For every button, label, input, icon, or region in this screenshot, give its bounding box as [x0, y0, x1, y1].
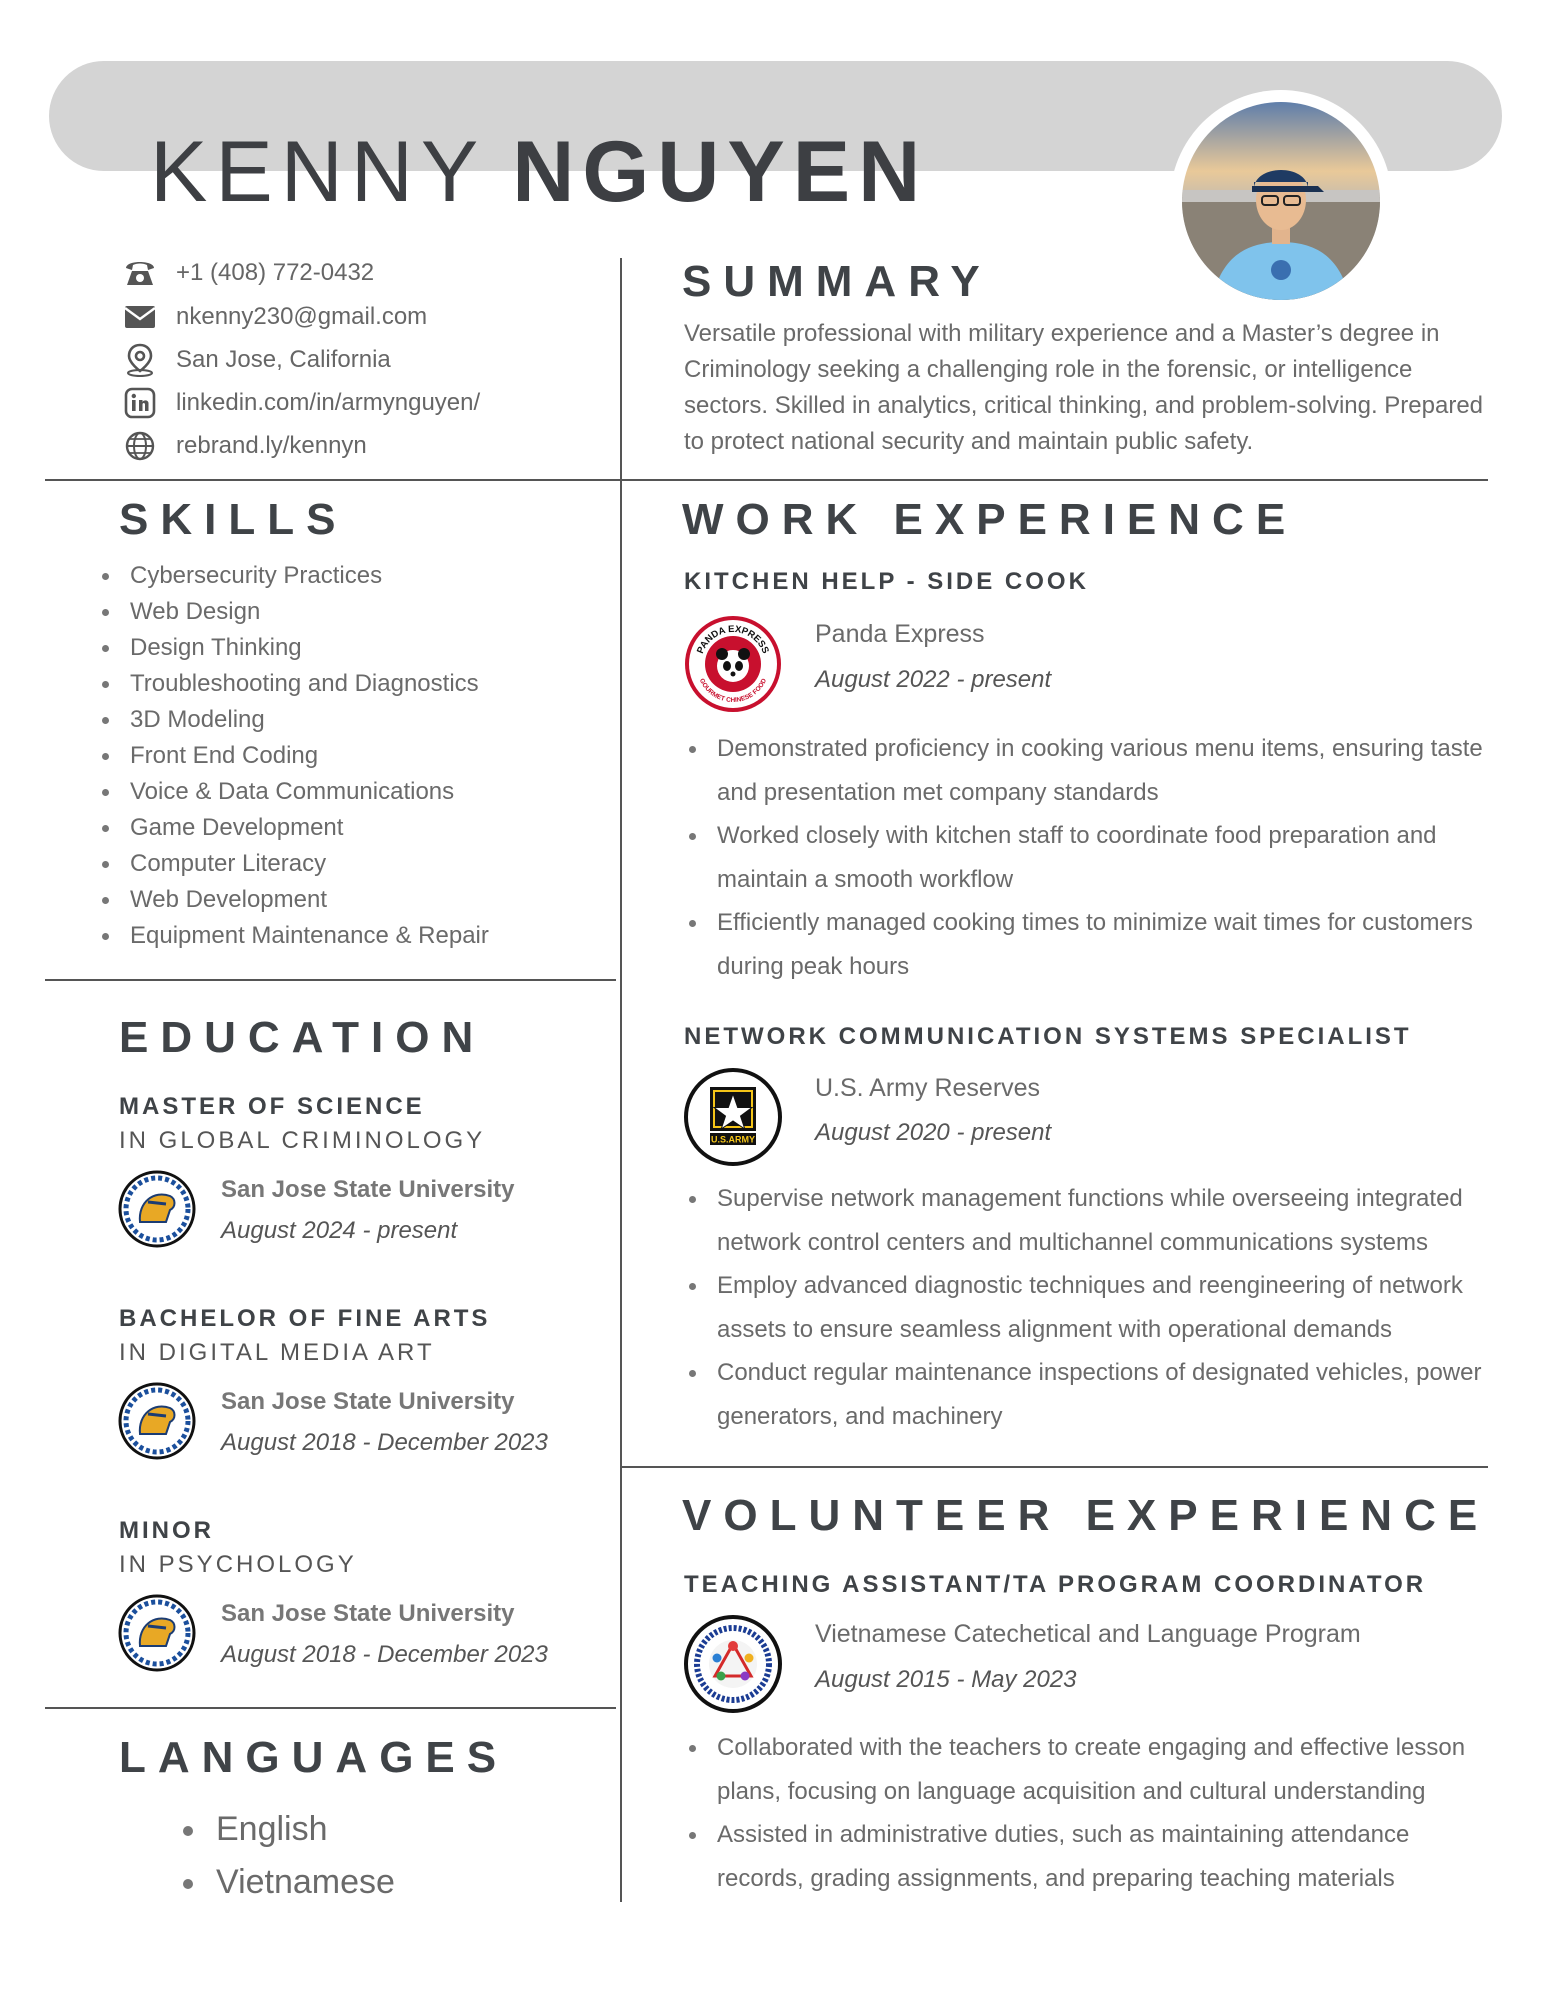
name-heading: KENNY NGUYEN: [150, 122, 928, 222]
list-item: Design Thinking: [100, 630, 489, 666]
degree-title: MASTER OF SCIENCE: [119, 1093, 425, 1120]
degree-field: IN GLOBAL CRIMINOLOGY: [119, 1127, 486, 1154]
contact-linkedin[interactable]: linkedin.com/in/armynguyen/: [122, 385, 480, 421]
contact-location: San Jose, California: [122, 342, 391, 378]
list-item: Collaborated with the teachers to create…: [684, 1726, 1496, 1813]
contact-website[interactable]: rebrand.ly/kennyn: [122, 428, 367, 464]
divider-header: [45, 479, 1488, 481]
languages-heading: LANGUAGES: [119, 1733, 509, 1782]
contact-email[interactable]: nkenny230@gmail.com: [122, 299, 427, 335]
us-army-logo-icon: U.S.ARMY: [683, 1067, 783, 1167]
map-pin-icon: [122, 342, 158, 378]
list-item: Cybersecurity Practices: [100, 558, 489, 594]
degree-title: BACHELOR OF FINE ARTS: [119, 1305, 491, 1332]
list-item: Web Design: [100, 594, 489, 630]
volunteer-bullets: Collaborated with the teachers to create…: [684, 1726, 1496, 1900]
organization-name: Panda Express: [815, 620, 985, 648]
volunteer-heading: VOLUNTEER EXPERIENCE: [682, 1491, 1490, 1540]
job-title: TEACHING ASSISTANT/TA PROGRAM COORDINATO…: [684, 1571, 1427, 1598]
first-name: KENNY: [150, 124, 487, 220]
degree-field: IN PSYCHOLOGY: [119, 1551, 357, 1578]
skills-list: Cybersecurity Practices Web Design Desig…: [100, 558, 489, 954]
list-item: Front End Coding: [100, 738, 489, 774]
degree-field: IN DIGITAL MEDIA ART: [119, 1339, 435, 1366]
organization-name: U.S. Army Reserves: [815, 1074, 1041, 1102]
sjsu-logo-icon: [118, 1170, 196, 1248]
job-title: KITCHEN HELP - SIDE COOK: [684, 568, 1089, 595]
school-name: San Jose State University: [221, 1600, 515, 1627]
sjsu-logo-icon: [118, 1382, 196, 1460]
job-title: NETWORK COMMUNICATION SYSTEMS SPECIALIST: [684, 1023, 1412, 1050]
education-dates: August 2018 - December 2023: [221, 1429, 548, 1456]
summary-text: Versatile professional with military exp…: [684, 320, 1484, 455]
job-bullets: Supervise network management functions w…: [684, 1177, 1494, 1438]
list-item: Voice & Data Communications: [100, 774, 489, 810]
organization-name: Vietnamese Catechetical and Language Pro…: [815, 1620, 1361, 1648]
list-item: Vietnamese: [180, 1856, 395, 1909]
list-item: 3D Modeling: [100, 702, 489, 738]
degree-title: MINOR: [119, 1517, 214, 1544]
army-logo-label: U.S.ARMY: [711, 1135, 755, 1145]
envelope-icon: [122, 299, 158, 335]
divider-education: [45, 1707, 616, 1709]
divider-skills: [45, 979, 616, 981]
vietnamese-program-logo-icon: [683, 1614, 783, 1714]
school-name: San Jose State University: [221, 1176, 515, 1203]
phone-text: +1 (408) 772-0432: [176, 259, 375, 286]
location-text: San Jose, California: [176, 346, 391, 373]
phone-icon: [122, 255, 158, 291]
last-name: NGUYEN: [512, 124, 929, 220]
job-bullets: Demonstrated proficiency in cooking vari…: [684, 727, 1494, 988]
profile-photo: [1182, 102, 1380, 300]
contact-phone[interactable]: +1 (408) 772-0432: [122, 255, 374, 291]
list-item: Conduct regular maintenance inspections …: [684, 1351, 1494, 1438]
linkedin-icon: [122, 385, 158, 421]
list-item: Employ advanced diagnostic techniques an…: [684, 1264, 1494, 1351]
list-item: Efficiently managed cooking times to min…: [684, 901, 1494, 988]
work-heading: WORK EXPERIENCE: [682, 495, 1298, 544]
linkedin-text: linkedin.com/in/armynguyen/: [176, 389, 481, 416]
list-item: Assisted in administrative duties, such …: [684, 1813, 1496, 1900]
globe-icon: [122, 428, 158, 464]
list-item: Web Development: [100, 882, 489, 918]
volunteer-dates: August 2015 - May 2023: [815, 1666, 1077, 1693]
job-dates: August 2020 - present: [815, 1119, 1052, 1146]
list-item: English: [180, 1803, 395, 1856]
website-text: rebrand.ly/kennyn: [176, 432, 367, 459]
email-text: nkenny230@gmail.com: [176, 303, 428, 330]
list-item: Demonstrated proficiency in cooking vari…: [684, 727, 1494, 814]
education-heading: EDUCATION: [119, 1013, 486, 1062]
list-item: Supervise network management functions w…: [684, 1177, 1494, 1264]
job-dates: August 2022 - present: [815, 666, 1052, 693]
divider-work: [620, 1466, 1488, 1468]
column-divider: [620, 258, 622, 1902]
sjsu-logo-icon: [118, 1594, 196, 1672]
education-dates: August 2024 - present: [221, 1217, 458, 1244]
list-item: Equipment Maintenance & Repair: [100, 918, 489, 954]
list-item: Computer Literacy: [100, 846, 489, 882]
panda-express-logo-icon: PANDA EXPRESS GOURMET CHINESE FOOD: [683, 614, 783, 714]
list-item: Troubleshooting and Diagnostics: [100, 666, 489, 702]
education-dates: August 2018 - December 2023: [221, 1641, 548, 1668]
school-name: San Jose State University: [221, 1388, 515, 1415]
summary-heading: SUMMARY: [682, 257, 992, 306]
list-item: Game Development: [100, 810, 489, 846]
languages-list: English Vietnamese: [180, 1803, 395, 1909]
skills-heading: SKILLS: [119, 495, 348, 544]
list-item: Worked closely with kitchen staff to coo…: [684, 814, 1494, 901]
